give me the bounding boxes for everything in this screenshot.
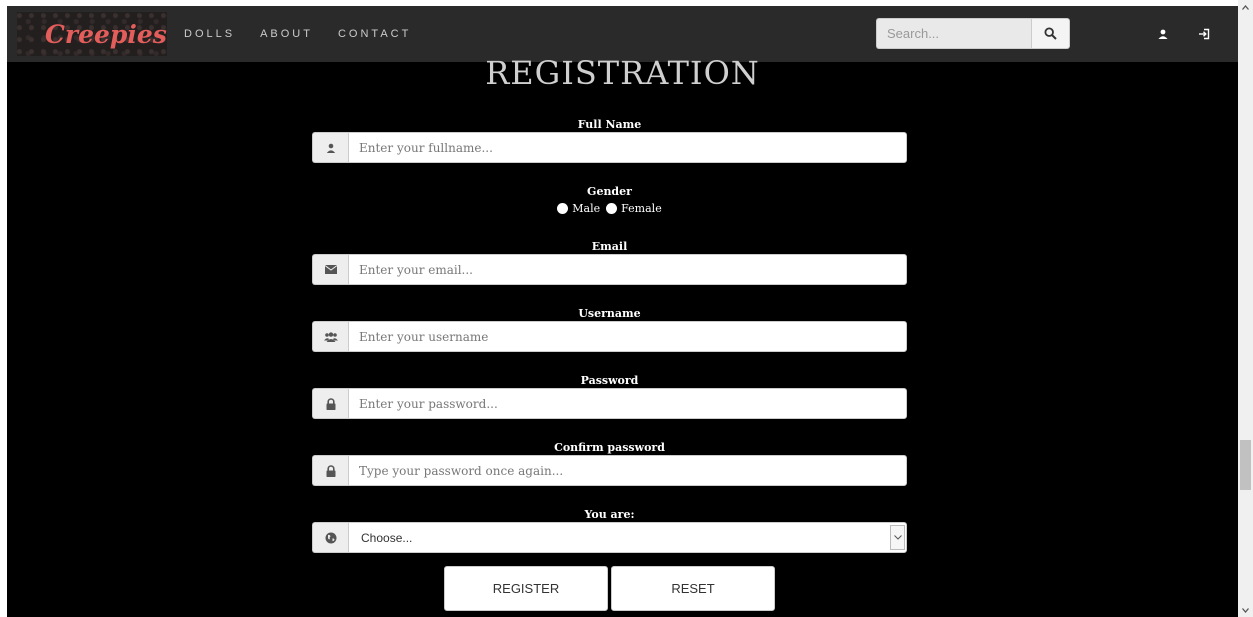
users-icon [323, 331, 338, 342]
reset-button[interactable]: RESET [611, 566, 775, 611]
you-are-select[interactable]: Choose... [348, 522, 907, 553]
user-icon [326, 143, 335, 153]
register-button[interactable]: REGISTER [444, 566, 608, 611]
gender-label: Gender [587, 185, 632, 198]
search-bar [876, 18, 1070, 49]
email-label: Email [591, 240, 628, 253]
scroll-down-button[interactable] [1238, 603, 1253, 617]
confirm-password-input[interactable] [348, 455, 907, 486]
gender-options: Male Female [312, 202, 907, 215]
email-addon [312, 254, 348, 285]
username-group [312, 321, 907, 352]
male-radio[interactable] [557, 203, 569, 214]
you-are-group: Choose... [312, 522, 907, 553]
full-name-label: Full Name [577, 118, 642, 131]
lock-icon [326, 397, 335, 410]
page-title: REGISTRATION [485, 54, 760, 92]
full-name-group [312, 132, 907, 163]
select-dropdown-toggle[interactable] [890, 525, 905, 550]
user-icon [1158, 29, 1168, 39]
scroll-up-button[interactable] [1238, 0, 1253, 14]
login-icon [1199, 28, 1210, 40]
password-addon [312, 388, 348, 419]
page-viewport: Creepies DOLLS ABOUT CONTACT Search... R… [7, 6, 1238, 617]
user-account-button[interactable] [1153, 24, 1173, 44]
search-input[interactable] [876, 18, 1031, 49]
female-radio[interactable] [606, 203, 618, 214]
chevron-up-icon [1242, 4, 1249, 10]
full-name-addon [312, 132, 348, 163]
confirm-password-addon [312, 455, 348, 486]
password-input[interactable] [348, 388, 907, 419]
nav-link-contact[interactable]: CONTACT [338, 28, 411, 40]
gender-option-female[interactable]: Female [606, 202, 662, 215]
full-name-input[interactable] [348, 132, 907, 163]
password-label: Password [580, 374, 639, 387]
female-label: Female [621, 202, 662, 215]
brand-name: Creepies [45, 19, 167, 49]
brand-logo[interactable]: Creepies [17, 12, 167, 56]
envelope-icon [324, 265, 337, 274]
password-group [312, 388, 907, 419]
search-button[interactable] [1031, 18, 1070, 49]
page-scrollbar[interactable] [1238, 0, 1253, 617]
scroll-thumb[interactable] [1240, 440, 1251, 490]
lock-icon [326, 464, 335, 477]
username-input[interactable] [348, 321, 907, 352]
you-are-label: You are: [584, 508, 635, 521]
email-input[interactable] [348, 254, 907, 285]
username-addon [312, 321, 348, 352]
chevron-down-icon [893, 535, 902, 540]
gender-option-male[interactable]: Male [557, 202, 600, 215]
email-group [312, 254, 907, 285]
confirm-password-label: Confirm password [554, 441, 665, 454]
login-button[interactable] [1194, 24, 1214, 44]
username-label: Username [578, 307, 641, 320]
you-are-addon [312, 522, 348, 553]
male-label: Male [572, 202, 601, 215]
confirm-password-group [312, 455, 907, 486]
nav-link-about[interactable]: ABOUT [260, 28, 313, 40]
you-are-selected-value: Choose... [361, 530, 413, 545]
chevron-down-icon [1242, 607, 1249, 613]
search-icon [1044, 27, 1057, 40]
globe-icon [325, 532, 336, 543]
nav-link-dolls[interactable]: DOLLS [184, 28, 235, 40]
